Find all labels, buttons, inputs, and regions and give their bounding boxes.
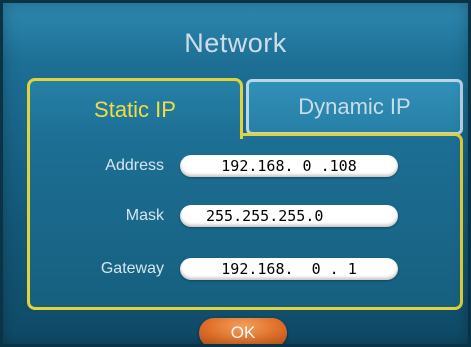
page-title: Network [184, 28, 287, 58]
tab-dynamic-ip[interactable]: Dynamic IP [246, 79, 463, 135]
tab-static-ip-label: Static IP [94, 97, 176, 122]
address-label: Address [105, 157, 164, 174]
gateway-label: Gateway [100, 260, 164, 277]
mask-label: Mask [125, 207, 164, 224]
mask-field[interactable]: 255.255.255.0 [180, 205, 398, 227]
address-field[interactable]: 192.168. 0 .108 [180, 155, 398, 177]
tab-static-ip[interactable]: Static IP [27, 78, 243, 139]
network-settings-screen: Network Static IP Dynamic IP Address 192… [0, 0, 471, 347]
tab-panel-joint [30, 131, 237, 137]
ok-button[interactable]: OK [199, 318, 287, 347]
gateway-field[interactable]: 192.168. 0 . 1 [180, 258, 398, 280]
tab-dynamic-ip-label: Dynamic IP [298, 94, 411, 119]
